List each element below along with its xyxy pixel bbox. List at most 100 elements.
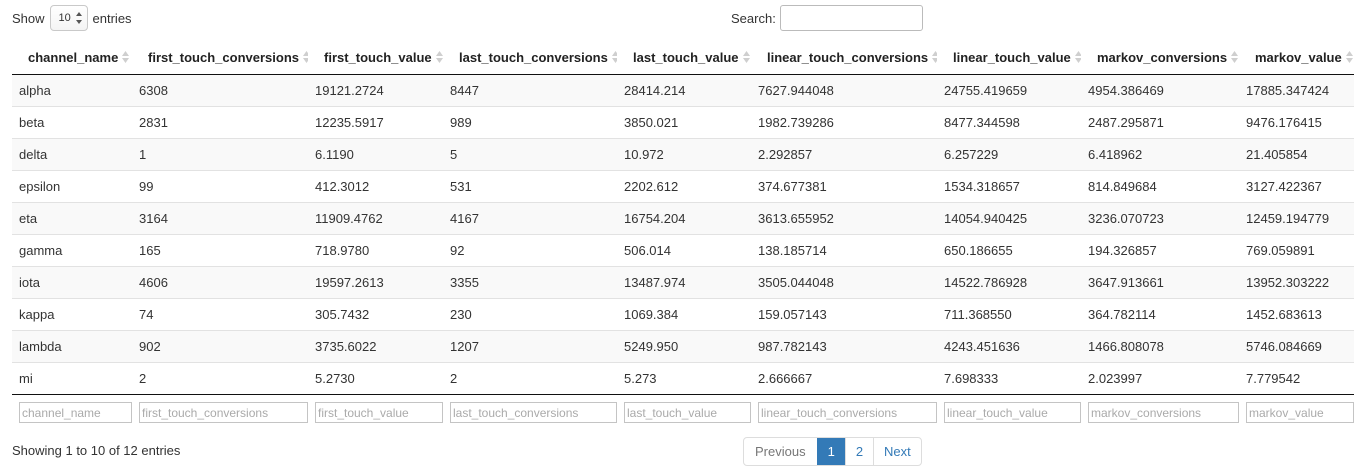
filter-input-last-touch-conversions[interactable] bbox=[450, 402, 617, 423]
cell-markov-conversions: 6.418962 bbox=[1081, 138, 1239, 171]
cell-linear-touch-value: 1534.318657 bbox=[937, 170, 1081, 203]
cell-linear-touch-value: 4243.451636 bbox=[937, 330, 1081, 363]
filter-input-last-touch-value[interactable] bbox=[624, 402, 751, 423]
cell-markov-conversions: 3236.070723 bbox=[1081, 202, 1239, 235]
cell-markov-conversions: 194.326857 bbox=[1081, 234, 1239, 267]
cell-first-touch-conversions: 3164 bbox=[132, 202, 308, 235]
cell-linear-touch-conversions: 1982.739286 bbox=[751, 106, 937, 139]
filter-cell bbox=[308, 394, 443, 430]
column-header-label: last_touch_value bbox=[633, 49, 739, 65]
cell-channel-name: alpha bbox=[12, 74, 132, 107]
previous-page-button[interactable]: Previous bbox=[744, 438, 817, 465]
cell-first-touch-conversions: 2831 bbox=[132, 106, 308, 139]
cell-linear-touch-conversions: 2.666667 bbox=[751, 362, 937, 395]
cell-markov-value: 769.059891 bbox=[1239, 234, 1354, 267]
column-header-label: channel_name bbox=[28, 49, 119, 65]
cell-linear-touch-conversions: 2.292857 bbox=[751, 138, 937, 171]
filter-cell bbox=[1239, 394, 1354, 430]
updown-arrows-icon bbox=[75, 12, 82, 24]
cell-markov-value: 9476.176415 bbox=[1239, 106, 1354, 139]
column-header-markov-value[interactable]: markov_value bbox=[1239, 42, 1354, 75]
cell-last-touch-conversions: 989 bbox=[443, 106, 617, 139]
sort-both-icon bbox=[1345, 51, 1353, 66]
table-row: mi 2 5.2730 2 5.273 2.666667 7.698333 2.023997 7… bbox=[12, 362, 1354, 395]
cell-last-touch-value: 506.014 bbox=[617, 234, 751, 267]
cell-linear-touch-value: 711.368550 bbox=[937, 298, 1081, 331]
cell-markov-conversions: 2487.295871 bbox=[1081, 106, 1239, 139]
sort-both-icon bbox=[742, 51, 750, 66]
table-info: Showing 1 to 10 of 12 entries bbox=[12, 443, 181, 458]
cell-channel-name: eta bbox=[12, 202, 132, 235]
filter-cell bbox=[443, 394, 617, 430]
cell-linear-touch-value: 650.186655 bbox=[937, 234, 1081, 267]
cell-first-touch-conversions: 74 bbox=[132, 298, 308, 331]
cell-linear-touch-value: 7.698333 bbox=[937, 362, 1081, 395]
column-header-last-touch-conversions[interactable]: last_touch_conversions bbox=[443, 42, 617, 75]
filter-cell bbox=[12, 394, 132, 430]
filter-input-linear-touch-conversions[interactable] bbox=[758, 402, 937, 423]
cell-last-touch-conversions: 92 bbox=[443, 234, 617, 267]
entries-length-control: Show 10 entries bbox=[12, 5, 132, 31]
filter-cell bbox=[1081, 394, 1239, 430]
cell-first-touch-value: 718.9780 bbox=[308, 234, 443, 267]
cell-linear-touch-conversions: 987.782143 bbox=[751, 330, 937, 363]
table-body: alpha 6308 19121.2724 8447 28414.214 7627.944… bbox=[12, 74, 1354, 395]
cell-last-touch-value: 10.972 bbox=[617, 138, 751, 171]
column-header-linear-touch-value[interactable]: linear_touch_value bbox=[937, 42, 1081, 75]
header-row: channel_name first_touch_conversions first… bbox=[12, 42, 1354, 75]
cell-markov-conversions: 1466.808078 bbox=[1081, 330, 1239, 363]
table-row: lambda 902 3735.6022 1207 5249.950 987.782143… bbox=[12, 330, 1354, 363]
filter-input-first-touch-conversions[interactable] bbox=[139, 402, 308, 423]
column-header-last-touch-value[interactable]: last_touch_value bbox=[617, 42, 751, 75]
page-2-button[interactable]: 2 bbox=[844, 438, 873, 465]
sort-both-icon bbox=[435, 51, 443, 66]
entries-per-page-select[interactable]: 10 bbox=[49, 5, 88, 31]
cell-linear-touch-value: 8477.344598 bbox=[937, 106, 1081, 139]
column-header-markov-conversions[interactable]: markov_conversions bbox=[1081, 42, 1239, 75]
next-page-button[interactable]: Next bbox=[873, 438, 921, 465]
search-control: Search: bbox=[731, 5, 923, 31]
cell-markov-value: 3127.422367 bbox=[1239, 170, 1354, 203]
cell-markov-conversions: 364.782114 bbox=[1081, 298, 1239, 331]
filter-cell bbox=[751, 394, 937, 430]
search-input[interactable] bbox=[779, 5, 923, 31]
cell-last-touch-conversions: 5 bbox=[443, 138, 617, 171]
cell-markov-value: 7.779542 bbox=[1239, 362, 1354, 395]
cell-markov-conversions: 814.849684 bbox=[1081, 170, 1239, 203]
table-row: epsilon 99 412.3012 531 2202.612 374.677381 15… bbox=[12, 170, 1354, 203]
page-1-button[interactable]: 1 bbox=[816, 438, 845, 465]
cell-markov-value: 5746.084669 bbox=[1239, 330, 1354, 363]
filter-input-first-touch-value[interactable] bbox=[315, 402, 443, 423]
column-header-first-touch-conversions[interactable]: first_touch_conversions bbox=[132, 42, 308, 75]
cell-first-touch-conversions: 165 bbox=[132, 234, 308, 267]
filter-input-linear-touch-value[interactable] bbox=[944, 402, 1081, 423]
cell-markov-value: 12459.194779 bbox=[1239, 202, 1354, 235]
cell-channel-name: delta bbox=[12, 138, 132, 171]
column-header-first-touch-value[interactable]: first_touch_value bbox=[308, 42, 443, 75]
search-label: Search: bbox=[731, 10, 776, 26]
cell-channel-name: kappa bbox=[12, 298, 132, 331]
cell-first-touch-value: 305.7432 bbox=[308, 298, 443, 331]
cell-markov-conversions: 3647.913661 bbox=[1081, 266, 1239, 299]
cell-first-touch-conversions: 902 bbox=[132, 330, 308, 363]
column-header-label: last_touch_conversions bbox=[459, 49, 608, 65]
column-header-linear-touch-conversions[interactable]: linear_touch_conversions bbox=[751, 42, 937, 75]
cell-last-touch-value: 1069.384 bbox=[617, 298, 751, 331]
entries-per-page-value: 10 bbox=[58, 12, 71, 24]
filter-cell bbox=[132, 394, 308, 430]
cell-channel-name: beta bbox=[12, 106, 132, 139]
cell-linear-touch-conversions: 3505.044048 bbox=[751, 266, 937, 299]
cell-last-touch-conversions: 3355 bbox=[443, 266, 617, 299]
cell-last-touch-value: 2202.612 bbox=[617, 170, 751, 203]
cell-first-touch-conversions: 6308 bbox=[132, 74, 308, 107]
filter-input-markov-conversions[interactable] bbox=[1088, 402, 1239, 423]
table-row: eta 3164 11909.4762 4167 16754.204 3613.65595… bbox=[12, 202, 1354, 235]
filter-input-markov-value[interactable] bbox=[1246, 402, 1354, 423]
cell-channel-name: mi bbox=[12, 362, 132, 395]
column-header-channel-name[interactable]: channel_name bbox=[12, 42, 132, 75]
cell-linear-touch-conversions: 159.057143 bbox=[751, 298, 937, 331]
filter-cell bbox=[937, 394, 1081, 430]
cell-channel-name: epsilon bbox=[12, 170, 132, 203]
filter-input-channel-name[interactable] bbox=[19, 402, 132, 423]
cell-channel-name: iota bbox=[12, 266, 132, 299]
